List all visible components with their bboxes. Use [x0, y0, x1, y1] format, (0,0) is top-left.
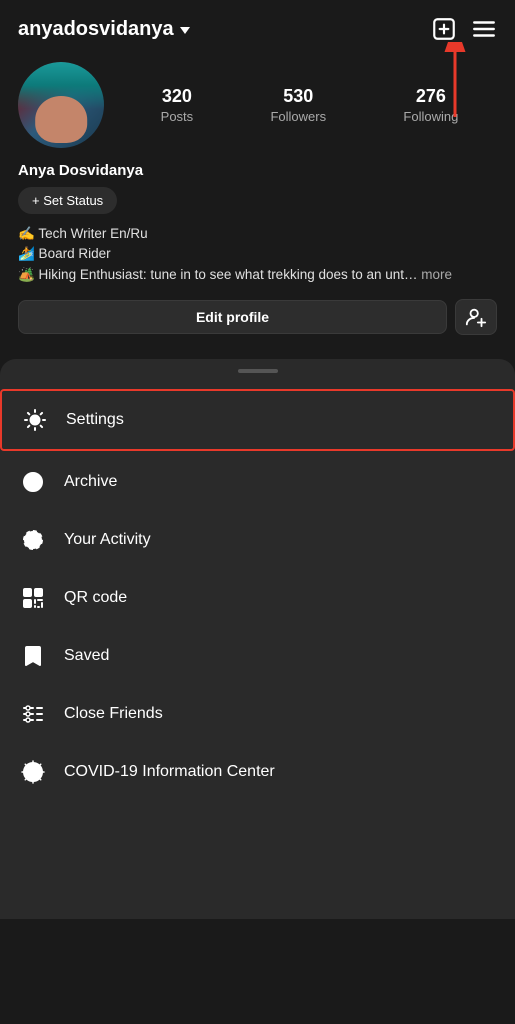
- display-name: Anya Dosvidanya: [18, 162, 497, 179]
- covid-label: COVID-19 Information Center: [64, 763, 275, 781]
- edit-profile-button[interactable]: Edit profile: [18, 300, 447, 334]
- new-post-button[interactable]: [431, 16, 457, 42]
- nav-icons: [431, 16, 497, 42]
- qr-code-label: QR code: [64, 589, 127, 607]
- top-nav: anyadosvidanya: [0, 0, 515, 52]
- menu-item-close-friends[interactable]: Close Friends: [0, 685, 515, 743]
- followers-count: 530: [283, 86, 313, 107]
- followers-label: Followers: [270, 109, 326, 124]
- menu-item-saved[interactable]: Saved: [0, 627, 515, 685]
- hamburger-icon: [471, 16, 497, 42]
- bio-line-2: 🏄 Board Rider: [18, 244, 497, 264]
- covid-icon: [20, 759, 46, 785]
- archive-label: Archive: [64, 473, 117, 491]
- avatar-face: [35, 96, 87, 143]
- set-status-label: + Set Status: [32, 193, 103, 208]
- saved-label: Saved: [64, 647, 109, 665]
- close-friends-label: Close Friends: [64, 705, 163, 723]
- gear-icon: [22, 407, 48, 433]
- following-label: Following: [403, 109, 458, 124]
- profile-section: 320 Posts 530 Followers 276 Following An…: [0, 52, 515, 349]
- following-count: 276: [416, 86, 446, 107]
- stats-row: 320 Posts 530 Followers 276 Following: [122, 86, 497, 124]
- close-friends-icon: [20, 701, 46, 727]
- qr-icon: [20, 585, 46, 611]
- archive-icon: [20, 469, 46, 495]
- sheet-handle: [238, 369, 278, 373]
- bio-section: ✍️ Tech Writer En/Ru 🏄 Board Rider 🏕️ Hi…: [18, 224, 497, 285]
- bottom-sheet: Settings Archive Your Activity: [0, 359, 515, 919]
- bio-line-3: 🏕️ Hiking Enthusiast: tune in to see wha…: [18, 265, 497, 285]
- menu-item-your-activity[interactable]: Your Activity: [0, 511, 515, 569]
- profile-row: 320 Posts 530 Followers 276 Following: [18, 62, 497, 148]
- activity-icon: [20, 527, 46, 553]
- chevron-down-icon: [180, 27, 190, 34]
- add-person-button[interactable]: [455, 299, 497, 335]
- menu-item-settings[interactable]: Settings: [2, 391, 513, 449]
- bookmark-icon: [20, 643, 46, 669]
- posts-stat[interactable]: 320 Posts: [161, 86, 194, 124]
- menu-item-archive[interactable]: Archive: [0, 453, 515, 511]
- action-row: Edit profile: [18, 299, 497, 335]
- avatar[interactable]: [18, 62, 104, 148]
- settings-highlighted-border: Settings: [0, 389, 515, 451]
- add-person-icon: [465, 306, 487, 328]
- your-activity-label: Your Activity: [64, 531, 151, 549]
- set-status-button[interactable]: + Set Status: [18, 187, 117, 214]
- plus-square-icon: [431, 16, 457, 42]
- settings-label: Settings: [66, 411, 124, 429]
- username-area[interactable]: anyadosvidanya: [18, 18, 190, 41]
- posts-label: Posts: [161, 109, 194, 124]
- hamburger-menu-button[interactable]: [471, 16, 497, 42]
- posts-count: 320: [162, 86, 192, 107]
- bio-line-1: ✍️ Tech Writer En/Ru: [18, 224, 497, 244]
- menu-item-covid[interactable]: COVID-19 Information Center: [0, 743, 515, 801]
- following-stat[interactable]: 276 Following: [403, 86, 458, 124]
- menu-item-qr-code[interactable]: QR code: [0, 569, 515, 627]
- more-link[interactable]: more: [421, 267, 452, 282]
- username-text: anyadosvidanya: [18, 18, 174, 41]
- followers-stat[interactable]: 530 Followers: [270, 86, 326, 124]
